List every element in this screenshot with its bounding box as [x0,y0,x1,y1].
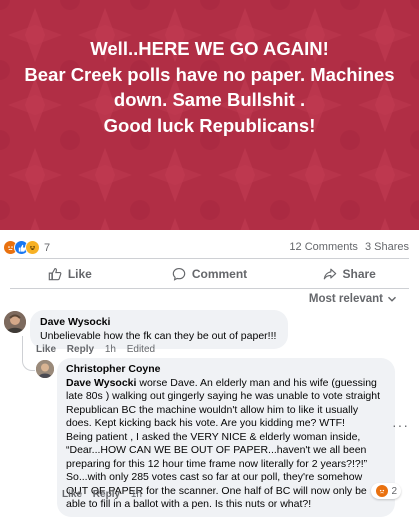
more-options-icon[interactable]: ··· [392,417,409,433]
post-line: Well..HERE WE GO AGAIN! [90,38,329,59]
stats-right: 12 Comments 3 Shares [289,241,409,253]
reply-time[interactable]: 1h [131,489,142,500]
shares-count[interactable]: 3 Shares [365,241,409,253]
action-bar: Like Comment Share [0,262,419,286]
share-label: Share [342,267,376,281]
share-button[interactable]: Share [279,262,419,286]
comment-time[interactable]: 1h [105,344,116,355]
reply-reaction-count: 2 [391,485,397,497]
like-button[interactable]: Like [0,262,140,286]
chevron-down-icon [387,296,397,302]
edited-label: Edited [126,344,156,355]
thumbs-up-icon [48,268,62,281]
reaction-summary[interactable]: 7 [3,240,50,255]
comment-like-link[interactable]: Like [36,344,56,355]
comment-author[interactable]: Dave Wysocki [40,316,278,330]
comment-label: Comment [191,267,248,281]
post-line: down. Same Bullshit . [113,89,306,110]
comment-icon [172,268,186,281]
post-text: Well..HERE WE GO AGAIN! Bear Creek polls… [0,36,419,138]
share-icon [323,268,336,280]
post-line: Bear Creek polls have no paper. Machines [24,63,395,85]
reaction-count: 7 [44,241,51,254]
reply-author[interactable]: Christopher Coyne [66,363,386,377]
haha-icon [25,240,40,255]
comment-meta: Like Reply 1h Edited [36,344,163,355]
reply-reply-link[interactable]: Reply [93,489,120,500]
mention-link[interactable]: Dave Wysocki [66,377,136,389]
post-stats: 7 12 Comments 3 Shares [0,237,419,257]
reply-reactions[interactable]: 2 [371,483,401,499]
divider [10,288,409,289]
avatar[interactable] [36,360,54,378]
sort-label: Most relevant [308,293,383,305]
like-label: Like [67,267,92,281]
comments-count[interactable]: 12 Comments [289,241,357,253]
reply-like-link[interactable]: Like [62,489,82,500]
avatar[interactable] [4,311,26,333]
thread-line [22,336,35,371]
comment-button[interactable]: Comment [140,262,280,286]
divider [10,258,409,259]
comment-sort-dropdown[interactable]: Most relevant [309,293,397,305]
reply-meta: Like Reply 1h [62,489,150,500]
angry-icon [375,484,390,498]
comment-reply-link[interactable]: Reply [67,344,94,355]
post-line: Good luck Republicans! [103,114,316,136]
post-banner: Well..HERE WE GO AGAIN! Bear Creek polls… [0,0,419,230]
comment-text: Unbelievable how the fk can they be out … [40,329,277,342]
